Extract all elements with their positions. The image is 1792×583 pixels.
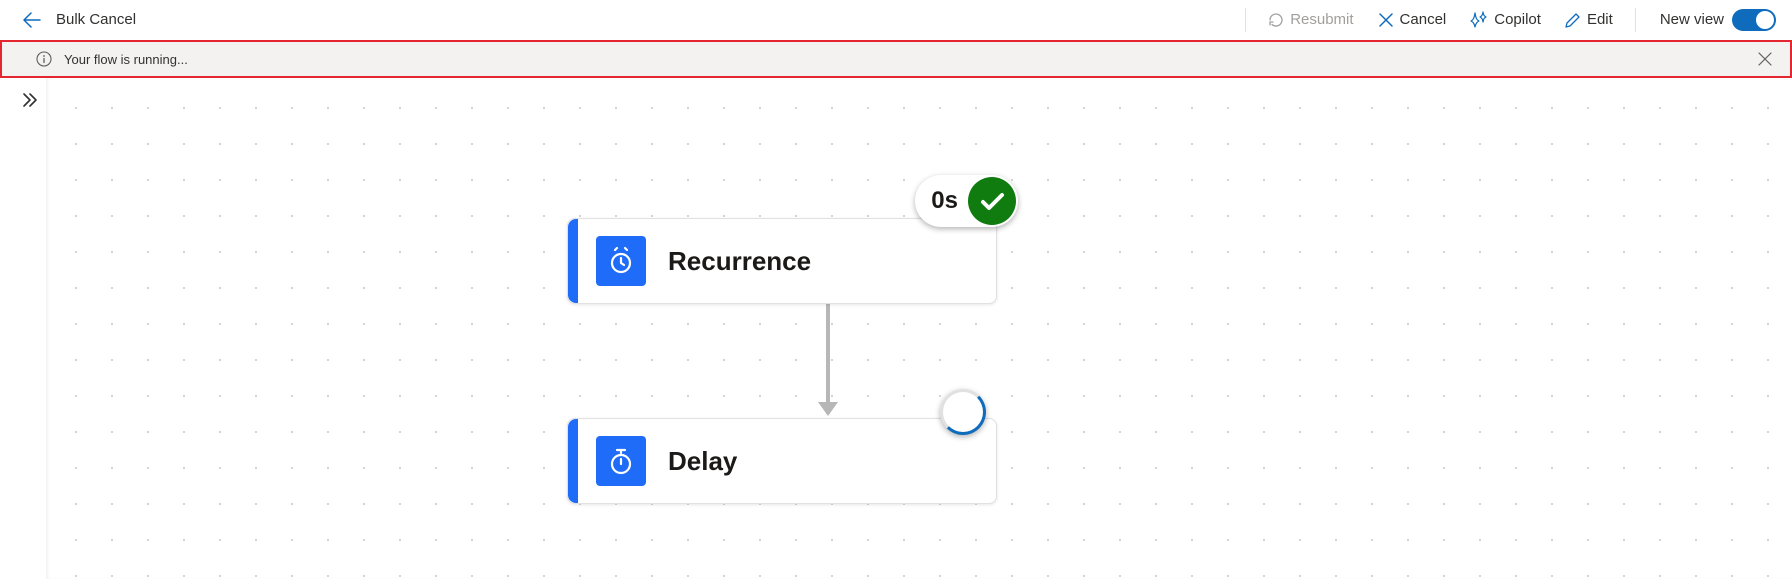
- expand-panel-button[interactable]: [18, 88, 42, 112]
- new-view-label: New view: [1660, 11, 1724, 28]
- flow-canvas[interactable]: Recurrence 0s Delay: [46, 78, 1792, 579]
- edit-button[interactable]: Edit: [1557, 7, 1621, 32]
- arrow-left-icon: [23, 11, 41, 29]
- flow-connector: [826, 304, 830, 414]
- close-icon: [1378, 12, 1394, 28]
- status-badge: 0s: [915, 175, 1018, 227]
- cancel-button[interactable]: Cancel: [1370, 7, 1455, 32]
- status-duration: 0s: [931, 187, 958, 215]
- divider: [1245, 8, 1246, 32]
- spinner-icon: [940, 389, 986, 435]
- new-view-toggle[interactable]: [1732, 9, 1776, 31]
- refresh-icon: [1268, 12, 1284, 28]
- close-icon: [1758, 52, 1772, 66]
- canvas-area: Recurrence 0s Delay: [0, 78, 1792, 579]
- check-icon: [968, 177, 1016, 225]
- flow-step-title: Recurrence: [668, 246, 811, 277]
- stopwatch-icon: [596, 436, 646, 486]
- command-bar: Bulk Cancel Resubmit Cancel Copilot Edit…: [0, 0, 1792, 40]
- info-icon: [36, 51, 52, 67]
- pencil-icon: [1565, 12, 1581, 28]
- clock-icon: [596, 236, 646, 286]
- edit-label: Edit: [1587, 11, 1613, 28]
- resubmit-label: Resubmit: [1290, 11, 1353, 28]
- chevron-double-right-icon: [21, 91, 39, 109]
- new-view-toggle-group: New view: [1660, 9, 1776, 31]
- close-notification-button[interactable]: [1754, 48, 1776, 70]
- cancel-label: Cancel: [1400, 11, 1447, 28]
- page-title: Bulk Cancel: [56, 11, 136, 28]
- notification-bar: Your flow is running...: [0, 40, 1792, 78]
- flow-step-recurrence[interactable]: Recurrence 0s: [567, 218, 997, 304]
- back-button[interactable]: [16, 4, 48, 36]
- notification-message: Your flow is running...: [64, 52, 188, 67]
- copilot-button[interactable]: Copilot: [1462, 7, 1549, 33]
- divider: [1635, 8, 1636, 32]
- resubmit-button: Resubmit: [1260, 7, 1361, 32]
- toggle-thumb: [1756, 11, 1774, 29]
- flow-step-title: Delay: [668, 446, 737, 477]
- copilot-label: Copilot: [1494, 11, 1541, 28]
- copilot-icon: [1470, 11, 1488, 29]
- flow-step-delay[interactable]: Delay: [567, 418, 997, 504]
